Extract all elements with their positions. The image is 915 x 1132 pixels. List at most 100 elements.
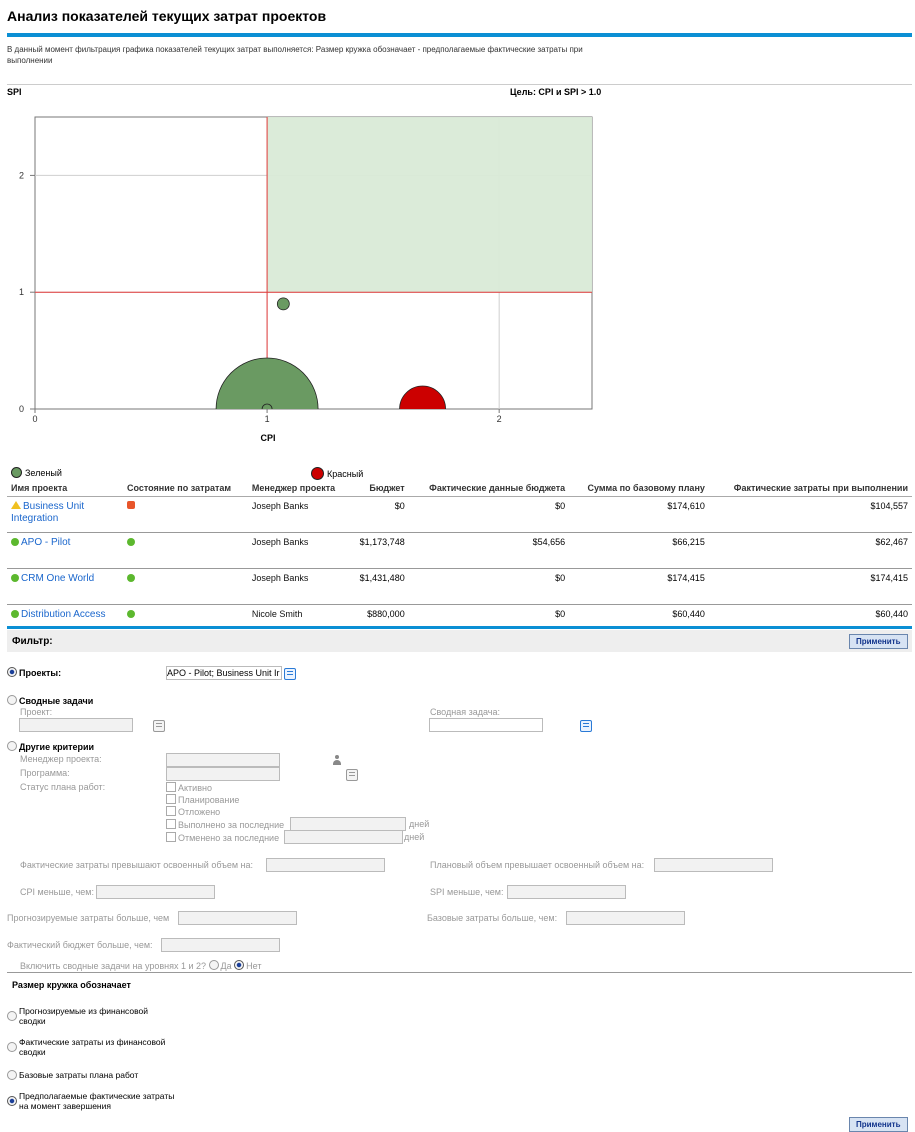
status-planning[interactable]: Планирование [166, 794, 239, 805]
green-dot-status-icon [127, 574, 135, 582]
planned-exceeds-label: Плановый объем превышает освоенный объем… [430, 860, 645, 870]
col-actual-budget[interactable]: Фактические данные бюджета [408, 480, 570, 497]
summary-tasks-option[interactable]: Сводные задачи [7, 695, 93, 706]
status-active-label: Активно [178, 783, 212, 793]
cpi-less-label: CPI меньше, чем: [20, 887, 94, 897]
projects-radio[interactable] [7, 667, 17, 677]
filter-divider [7, 626, 912, 629]
completed-days-suffix: дней [409, 819, 430, 829]
status-active-checkbox[interactable] [166, 782, 176, 792]
project-name-link[interactable]: CRM One World [21, 573, 94, 584]
other-criteria-radio[interactable] [7, 741, 17, 751]
project-name-cell[interactable]: CRM One World [7, 568, 123, 605]
summary-task-input[interactable] [429, 718, 543, 732]
bubble-size-title: Размер кружка обозначает [12, 980, 131, 990]
bubble-actual-radio[interactable] [7, 1042, 17, 1052]
include-yes-radio[interactable] [208, 960, 219, 970]
bubble-option-actual[interactable]: Фактические затраты из финансовой сводки [7, 1037, 177, 1057]
x-tick-label: 1 [265, 414, 270, 424]
col-baseline[interactable]: Сумма по базовому плану [569, 480, 709, 497]
status-completed-checkbox[interactable] [166, 819, 176, 829]
col-actual-cost[interactable]: Фактические затраты при выполнении [708, 480, 912, 497]
budget-cell: $0 [349, 496, 409, 533]
bubble-eac-label: Предполагаемые фактические затраты на мо… [19, 1091, 175, 1111]
col-project-manager[interactable]: Менеджер проекта [247, 480, 350, 497]
col-budget[interactable]: Бюджет [349, 480, 409, 497]
bubble-option-eac[interactable]: Предполагаемые фактические затраты на мо… [7, 1091, 177, 1111]
status-completed[interactable]: Выполнено за последние [166, 819, 284, 830]
legend-red-label: Красный [327, 468, 364, 479]
status-onhold-checkbox[interactable] [166, 806, 176, 816]
actual-budget-more-input[interactable] [161, 938, 280, 952]
cpi-spi-chart: 0 1 2 0 1 2 CPI [19, 116, 593, 443]
summary-task-lookup-icon[interactable] [579, 720, 592, 732]
include-no-label: Нет [246, 961, 262, 971]
status-cancelled[interactable]: Отменено за последние [166, 832, 279, 843]
bubble-option-baseline[interactable]: Базовые затраты плана работ [7, 1070, 207, 1080]
apply-button-top[interactable]: Применить [849, 634, 908, 649]
bubble-eac-radio[interactable] [7, 1096, 17, 1106]
actual-exceeds-label: Фактические затраты превышают освоенный … [20, 860, 253, 870]
baseline-more-label: Базовые затраты больше, чем: [427, 913, 558, 923]
y-axis-label: SPI [7, 87, 22, 97]
col-project-name[interactable]: Имя проекта [7, 480, 123, 497]
projects-input[interactable]: APO - Pilot; Business Unit Ir [166, 666, 282, 680]
person-icon[interactable] [333, 755, 342, 766]
bubble-forecast-radio[interactable] [7, 1011, 17, 1021]
baseline-cell: $174,415 [569, 568, 709, 605]
program-input[interactable] [166, 767, 280, 781]
bubble-option-forecast[interactable]: Прогнозируемые из финансовой сводки [7, 1006, 177, 1026]
projects-label: Проекты: [19, 668, 62, 678]
legend-red: Красный [311, 467, 363, 480]
status-onhold[interactable]: Отложено [166, 806, 220, 817]
actual-cost-cell: $104,557 [708, 496, 912, 533]
planned-exceeds-input[interactable] [654, 858, 773, 872]
bubble-point [399, 385, 446, 409]
manager-cell: Joseph Banks [247, 496, 350, 533]
project-name-cell[interactable]: Business Unit Integration [7, 496, 123, 533]
project-input[interactable] [19, 718, 133, 732]
project-lookup-icon[interactable] [153, 720, 166, 732]
table-header-row: Имя проекта Состояние по затратам Менедж… [7, 480, 912, 497]
green-dot-icon [11, 574, 19, 582]
actual-budget-cell: $0 [408, 568, 570, 605]
projects-option[interactable]: Проекты: [7, 667, 61, 678]
pm-input[interactable] [166, 753, 280, 767]
legend-green-label: Зеленый [25, 467, 62, 478]
bubble-point [276, 297, 290, 311]
col-cost-status[interactable]: Состояние по затратам [123, 480, 248, 497]
actual-exceeds-input[interactable] [266, 858, 385, 872]
baseline-more-input[interactable] [566, 911, 685, 925]
project-name-cell[interactable]: APO - Pilot [7, 532, 123, 569]
apply-button-bottom[interactable]: Применить [849, 1117, 908, 1132]
projects-table: Имя проекта Состояние по затратам Менедж… [7, 480, 912, 641]
spi-less-input[interactable] [507, 885, 626, 899]
legend-green: Зеленый [11, 467, 62, 478]
green-dot-icon [11, 538, 19, 546]
other-criteria-option[interactable]: Другие критерии [7, 741, 94, 752]
status-planning-checkbox[interactable] [166, 794, 176, 804]
forecast-more-input[interactable] [178, 911, 297, 925]
cancelled-days-input[interactable] [284, 830, 403, 844]
projects-lookup-icon[interactable] [284, 668, 296, 680]
project-field-label: Проект: [20, 707, 53, 717]
project-name-link[interactable]: Distribution Access [21, 609, 105, 620]
status-active[interactable]: Активно [166, 782, 212, 793]
status-onhold-label: Отложено [178, 807, 221, 817]
target-region-rect [267, 117, 592, 293]
bubble-baseline-radio[interactable] [7, 1070, 17, 1080]
program-lookup-icon[interactable] [345, 769, 358, 781]
status-cancelled-checkbox[interactable] [166, 832, 176, 842]
include-no-radio[interactable] [234, 960, 245, 970]
spi-less-label: SPI меньше, чем: [430, 887, 504, 897]
green-dot-status-icon [127, 538, 135, 546]
legend-red-swatch [311, 467, 324, 480]
bubble-forecast-label: Прогнозируемые из финансовой сводки [19, 1006, 149, 1026]
summary-tasks-radio[interactable] [7, 695, 17, 705]
actual-cost-cell: $174,415 [708, 568, 912, 605]
cpi-less-input[interactable] [96, 885, 215, 899]
bubble-baseline-label: Базовые затраты плана работ [19, 1070, 139, 1080]
completed-days-input[interactable] [290, 817, 406, 831]
project-name-link[interactable]: APO - Pilot [21, 537, 70, 548]
project-name-link[interactable]: Business Unit Integration [11, 501, 84, 524]
